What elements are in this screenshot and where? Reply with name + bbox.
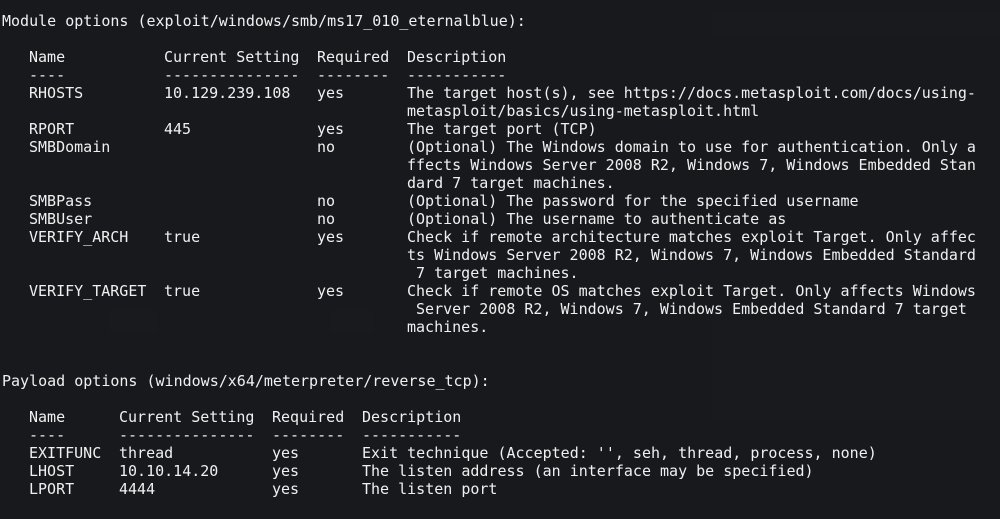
module-option-description: (Optional) The Windows domain to use for… — [407, 138, 976, 156]
module-option-description: Server 2008 R2, Windows 7, Windows Embed… — [407, 300, 967, 318]
terminal-window[interactable]: Module options (exploit/windows/smb/ms17… — [0, 0, 1000, 519]
module-option-description: metasploit/basics/using-metasploit.html — [407, 102, 760, 120]
module-option-required: yes — [317, 228, 345, 246]
module-option-name: SMBPass — [29, 192, 93, 210]
module-option-description: ts Windows Server 2008 R2, Windows 7, Wi… — [407, 246, 976, 264]
module-col-description-header: Description — [407, 48, 507, 66]
module-col-setting-header: Current Setting — [164, 48, 300, 66]
payload-col-setting-underline: --------------- — [119, 426, 255, 444]
module-option-description: ffects Windows Server 2008 R2, Windows 7… — [407, 156, 976, 174]
module-col-name-header: Name — [29, 48, 66, 66]
payload-col-name-header: Name — [29, 408, 66, 426]
payload-option-name: LPORT — [29, 480, 75, 498]
module-option-required: no — [317, 192, 336, 210]
module-option-setting: 445 — [164, 120, 192, 138]
module-option-name: RHOSTS — [29, 84, 84, 102]
module-col-description-underline: ----------- — [407, 66, 507, 84]
module-option-setting: true — [164, 282, 201, 300]
module-option-name: VERIFY_ARCH — [29, 228, 129, 246]
payload-col-description-underline: ----------- — [362, 426, 462, 444]
payload-option-setting: 4444 — [119, 480, 156, 498]
payload-col-setting-header: Current Setting — [119, 408, 255, 426]
module-option-setting: true — [164, 228, 201, 246]
module-col-required-underline: -------- — [317, 66, 390, 84]
module-option-description: (Optional) The username to authenticate … — [407, 210, 787, 228]
payload-option-description: The listen port — [362, 480, 498, 498]
module-option-required: no — [317, 138, 336, 156]
payload-option-description: Exit technique (Accepted: '', seh, threa… — [362, 444, 877, 462]
module-option-description: The target host(s), see https://docs.met… — [407, 84, 976, 102]
payload-option-required: yes — [272, 462, 300, 480]
module-option-description: (Optional) The password for the specifie… — [407, 192, 859, 210]
module-options-header: Module options (exploit/windows/smb/ms17… — [2, 12, 526, 30]
payload-option-setting: thread — [119, 444, 174, 462]
module-option-description: dard 7 target machines. — [407, 174, 615, 192]
module-option-name: RPORT — [29, 120, 75, 138]
module-option-description: The target port (TCP) — [407, 120, 597, 138]
payload-col-name-underline: ---- — [29, 426, 66, 444]
module-option-required: no — [317, 210, 336, 228]
payload-option-required: yes — [272, 444, 300, 462]
payload-option-setting: 10.10.14.20 — [119, 462, 219, 480]
module-option-required: yes — [317, 120, 345, 138]
module-option-setting: 10.129.239.108 — [164, 84, 291, 102]
module-option-name: SMBDomain — [29, 138, 111, 156]
module-option-required: yes — [317, 282, 345, 300]
module-option-required: yes — [317, 84, 345, 102]
module-option-name: SMBUser — [29, 210, 93, 228]
module-option-description: machines. — [407, 318, 489, 336]
payload-options-header: Payload options (windows/x64/meterpreter… — [2, 372, 490, 390]
payload-col-required-header: Required — [272, 408, 345, 426]
module-option-description: Check if remote OS matches exploit Targe… — [407, 282, 976, 300]
payload-option-name: LHOST — [29, 462, 75, 480]
payload-col-required-underline: -------- — [272, 426, 345, 444]
payload-option-required: yes — [272, 480, 300, 498]
module-option-description: Check if remote architecture matches exp… — [407, 228, 976, 246]
module-option-name: VERIFY_TARGET — [29, 282, 147, 300]
payload-col-description-header: Description — [362, 408, 462, 426]
module-col-name-underline: ---- — [29, 66, 66, 84]
payload-option-name: EXITFUNC — [29, 444, 102, 462]
module-option-description: 7 target machines. — [407, 264, 579, 282]
payload-option-description: The listen address (an interface may be … — [362, 462, 814, 480]
module-col-required-header: Required — [317, 48, 390, 66]
module-col-setting-underline: --------------- — [164, 66, 300, 84]
